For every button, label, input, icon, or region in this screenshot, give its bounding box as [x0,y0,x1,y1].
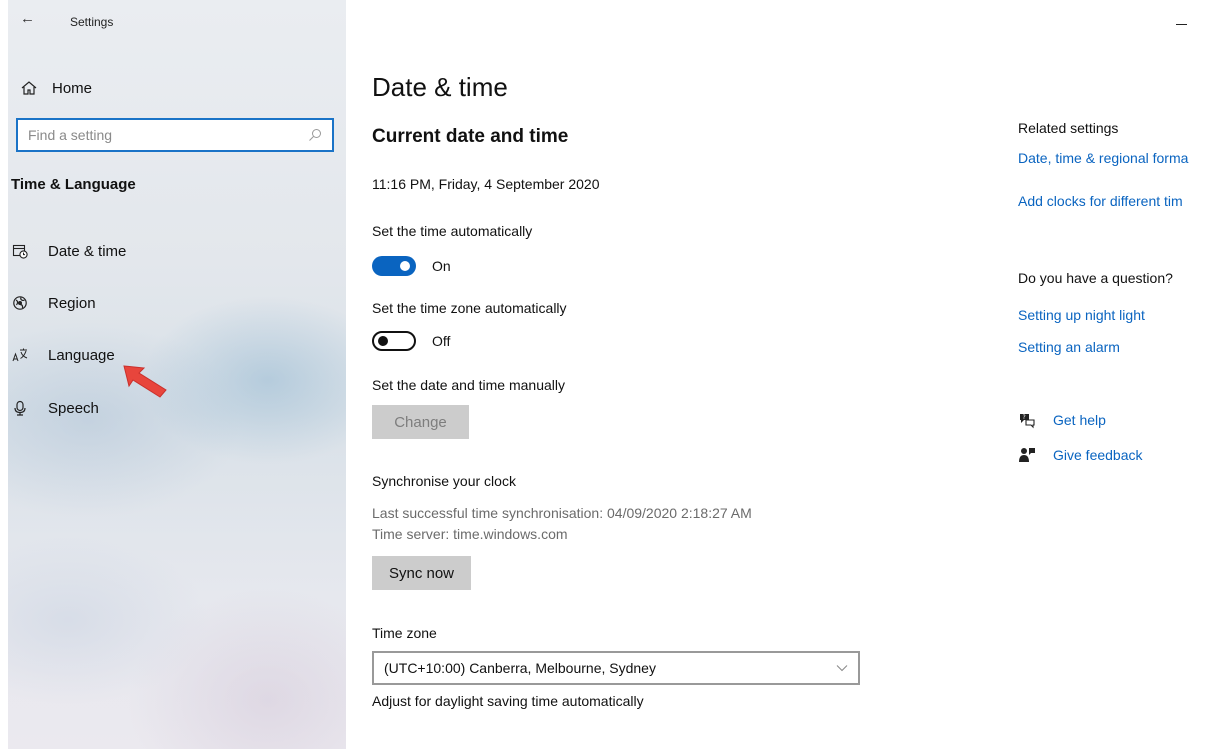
sidebar-item-speech[interactable]: Speech [12,395,99,421]
sidebar: ← Settings Home Time & Language Date & t… [0,0,346,749]
microphone-icon [14,400,26,416]
auto-timezone-label: Set the time zone automatically [372,300,567,316]
auto-time-state: On [432,258,451,274]
back-arrow-icon[interactable]: ← [20,11,35,26]
minimize-icon[interactable] [1176,14,1188,28]
section-current-date-time: Current date and time [372,126,569,147]
sidebar-item-label: Date & time [48,242,127,260]
feedback-icon [1019,448,1035,462]
page-title: Date & time [372,72,508,102]
timezone-select[interactable]: (UTC+10:00) Canberra, Melbourne, Sydney [372,651,860,685]
dst-label: Adjust for daylight saving time automati… [372,693,644,709]
nav-home[interactable]: Home [20,76,92,100]
get-help-label: Get help [1053,412,1106,428]
auto-time-toggle[interactable]: On [372,256,451,276]
sync-clock-title: Synchronise your clock [372,473,516,489]
help-chat-icon: ? [1020,414,1035,429]
manual-datetime-label: Set the date and time manually [372,377,566,393]
sidebar-item-language[interactable]: Language [12,342,115,368]
search-input[interactable] [18,120,308,150]
get-help-link[interactable]: ? Get help [1018,411,1106,429]
search-box [16,118,334,152]
globe-icon [13,296,27,310]
link-date-time-regional[interactable]: Date, time & regional forma [1018,150,1188,166]
svg-text:?: ? [1023,414,1026,421]
sidebar-item-label: Speech [48,399,99,417]
main-content: Date & time Current date and time 11:16 … [372,0,992,749]
timezone-label: Time zone [372,625,437,641]
sync-now-button[interactable]: Sync now [372,556,471,590]
sidebar-item-region[interactable]: Region [12,290,96,316]
nav-home-label: Home [52,79,93,97]
related-panel: Related settings Date, time & regional f… [1018,0,1214,749]
calendar-clock-icon [12,244,28,259]
auto-time-label: Set the time automatically [372,223,533,239]
question-title: Do you have a question? [1018,270,1173,286]
sync-last-status: Last successful time synchronisation: 04… [372,505,752,521]
sidebar-item-date-time[interactable]: Date & time [12,238,126,264]
home-icon [21,81,37,95]
related-settings-title: Related settings [1018,120,1119,136]
current-datetime-value: 11:16 PM, Friday, 4 September 2020 [372,176,600,192]
window-title: Settings [70,15,114,29]
toggle-switch-off[interactable] [372,331,416,351]
link-setting-alarm[interactable]: Setting an alarm [1018,339,1120,355]
auto-timezone-toggle[interactable]: Off [372,331,450,351]
search-icon[interactable] [308,128,322,142]
auto-timezone-state: Off [432,333,451,349]
chevron-down-icon [836,665,848,672]
pointer-arrow-icon [123,365,167,398]
sidebar-section-title: Time & Language [11,176,136,193]
sidebar-item-label: Region [48,294,96,312]
link-night-light[interactable]: Setting up night light [1018,307,1145,323]
toggle-switch-on[interactable] [372,256,416,276]
sync-time-server: Time server: time.windows.com [372,526,568,542]
link-add-clocks[interactable]: Add clocks for different tim [1018,193,1183,209]
timezone-selected-value: (UTC+10:00) Canberra, Melbourne, Sydney [384,660,656,676]
language-icon [12,348,28,362]
sidebar-item-label: Language [48,346,115,364]
give-feedback-label: Give feedback [1053,447,1143,463]
change-button: Change [372,405,469,439]
give-feedback-link[interactable]: Give feedback [1018,446,1143,464]
